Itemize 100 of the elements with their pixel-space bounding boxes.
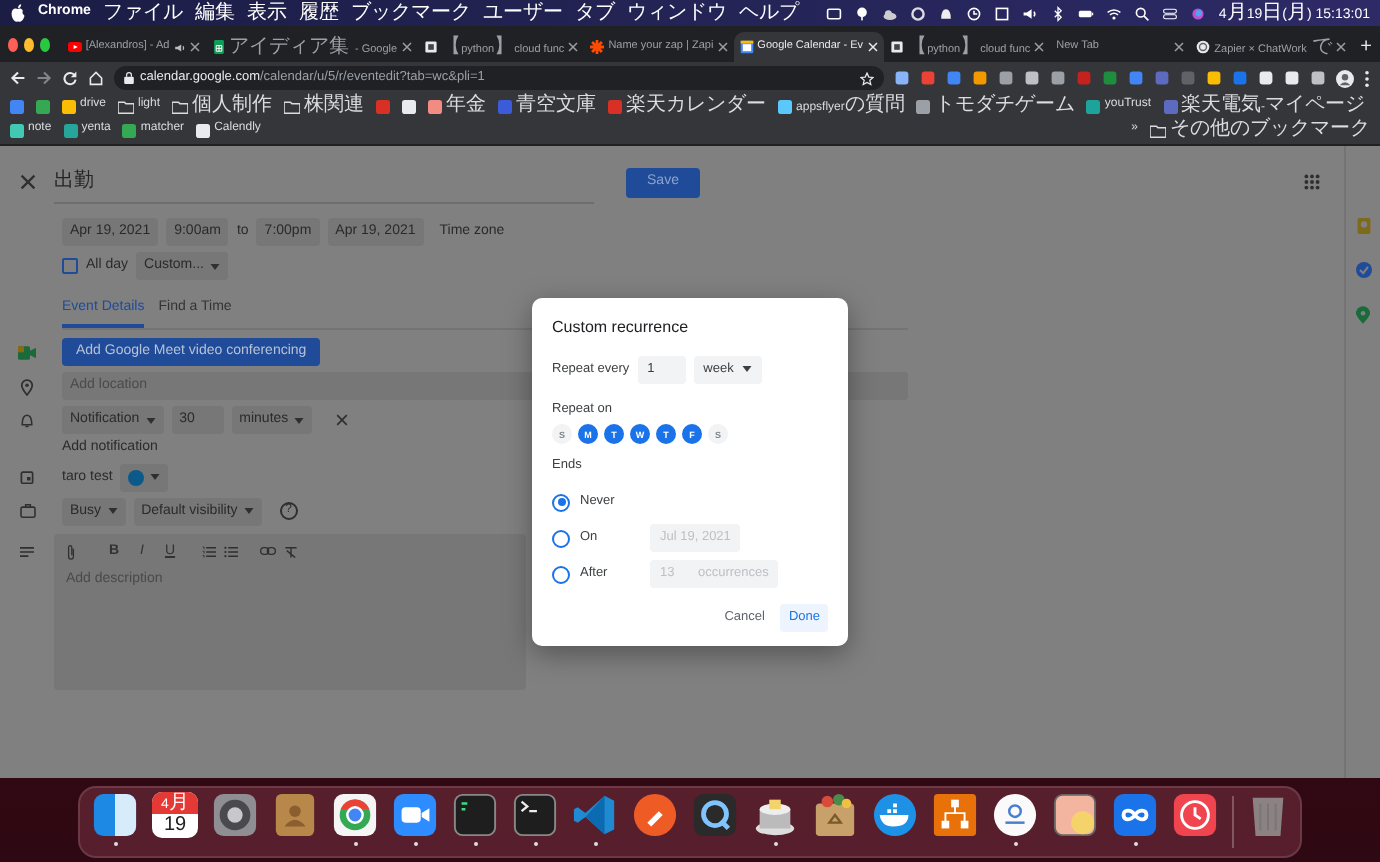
page-icon: [889, 40, 904, 54]
search-icon[interactable]: [1134, 5, 1151, 21]
maximize-window-button[interactable]: [39, 37, 50, 51]
box-icon[interactable]: [812, 792, 858, 838]
menu-item[interactable]: タブ: [574, 1, 615, 25]
diagram-icon[interactable]: [932, 792, 978, 838]
close-icon[interactable]: [1034, 42, 1045, 52]
bell-icon: [20, 412, 34, 429]
lens-icon[interactable]: [692, 792, 738, 838]
split-square-icon[interactable]: [92, 792, 138, 838]
clear-format-icon[interactable]: [284, 545, 298, 558]
menu-item[interactable]: ウィンドウ: [626, 1, 727, 25]
battery-icon[interactable]: [1078, 5, 1095, 21]
clock-icon[interactable]: [1172, 792, 1218, 838]
terminal-icon[interactable]: [512, 792, 558, 838]
pen-circle-icon[interactable]: [632, 792, 678, 838]
menu-item[interactable]: 編集: [194, 1, 235, 25]
caret-icon: [145, 417, 156, 424]
ribbon-icon[interactable]: [572, 792, 618, 838]
ring-logo-icon[interactable]: [332, 792, 378, 838]
orb-icon[interactable]: [1190, 5, 1207, 21]
bookmark[interactable]: [402, 94, 417, 118]
pin-icon[interactable]: [854, 5, 871, 21]
numbered-list-icon[interactable]: [202, 545, 216, 558]
infinity-icon[interactable]: [1112, 792, 1158, 838]
home-icon[interactable]: [88, 70, 104, 86]
map-pin-icon: [20, 377, 34, 396]
bookmark[interactable]: 年金: [428, 94, 487, 118]
close-icon[interactable]: [568, 42, 579, 52]
menu-item[interactable]: 履歴: [298, 1, 339, 25]
speaker-icon[interactable]: [1022, 5, 1039, 21]
radio-button[interactable]: [552, 493, 570, 512]
menu-item[interactable]: ヘルプ: [738, 1, 799, 25]
bell-icon[interactable]: [938, 5, 955, 21]
dial-icon[interactable]: [212, 792, 258, 838]
ring-icon[interactable]: [910, 5, 927, 21]
radio-button[interactable]: [552, 565, 570, 584]
menu-item[interactable]: ブックマーク: [350, 1, 471, 25]
caret-icon: [107, 508, 118, 515]
forward-icon[interactable]: [36, 70, 52, 86]
person-circle-icon[interactable]: [992, 792, 1038, 838]
video-camera-icon: [18, 345, 36, 360]
play-icon: [67, 40, 82, 54]
lock-icon: [124, 72, 134, 84]
paperclip-icon[interactable]: [66, 543, 76, 560]
caret-icon: [150, 474, 161, 481]
title-field[interactable]: 出勤: [54, 160, 594, 204]
menu-item[interactable]: ユーザー: [482, 1, 563, 25]
profile-icon[interactable]: [1336, 69, 1354, 87]
caret-icon: [209, 263, 220, 269]
close-icon[interactable]: [1336, 42, 1347, 52]
all-day-checkbox[interactable]: [62, 258, 78, 274]
star-icon[interactable]: [860, 71, 874, 85]
reload-icon[interactable]: [62, 70, 78, 86]
close-icon[interactable]: [401, 42, 412, 52]
photo-stack-icon[interactable]: [1052, 792, 1098, 838]
folder-icon: [172, 99, 189, 113]
toggle-icon[interactable]: [1162, 5, 1179, 21]
logo-icon[interactable]: [10, 4, 26, 22]
bullet-list-icon[interactable]: [224, 545, 238, 558]
close-icon[interactable]: [1174, 42, 1185, 52]
cloud-icon[interactable]: [882, 5, 899, 21]
clock-icon[interactable]: [966, 5, 983, 21]
calendar-icon: [739, 40, 754, 54]
contact-book-icon[interactable]: [272, 792, 318, 838]
menu-item[interactable]: 表示: [246, 1, 287, 25]
bookmark-folder[interactable]: その他のブックマーク: [1150, 118, 1370, 142]
asterisk-icon: [590, 40, 605, 54]
display-icon[interactable]: [826, 5, 843, 21]
bookmark[interactable]: トモダチゲーム: [916, 94, 1075, 118]
bookmark[interactable]: 個人制作: [172, 94, 273, 118]
terminal-icon[interactable]: [452, 792, 498, 838]
bookmark[interactable]: 楽天カレンダー: [608, 94, 767, 118]
color-dropdown[interactable]: [120, 463, 169, 492]
bluetooth-icon[interactable]: [1050, 5, 1067, 21]
wifi-icon[interactable]: [1106, 5, 1123, 21]
trash-icon[interactable]: [1248, 792, 1288, 838]
text-lines-icon: [20, 545, 34, 558]
menu-item[interactable]: ファイル: [102, 1, 183, 25]
apps-grid-icon[interactable]: [1304, 174, 1320, 190]
menu-icon[interactable]: [1364, 69, 1370, 87]
radio-button[interactable]: [552, 529, 570, 548]
back-icon[interactable]: [10, 70, 26, 86]
whale-icon[interactable]: [872, 792, 918, 838]
close-window-button[interactable]: [8, 37, 18, 51]
close-icon[interactable]: [717, 42, 728, 52]
video-camera-icon[interactable]: [392, 792, 438, 838]
minimize-window-button[interactable]: [23, 37, 34, 51]
caret-icon: [294, 417, 305, 424]
new-tab-button[interactable]: +: [1352, 32, 1380, 62]
close-icon[interactable]: [189, 42, 200, 52]
bookmark[interactable]: 青空文庫: [498, 94, 597, 118]
globe-icon: [1196, 40, 1211, 54]
link-icon[interactable]: [260, 546, 276, 557]
briefcase-icon: [19, 504, 35, 519]
remove-icon[interactable]: [336, 414, 349, 427]
calendar-icon: [20, 470, 34, 485]
caret-icon: [243, 508, 254, 515]
bookmark[interactable]: 株関連: [284, 94, 365, 118]
box-icon[interactable]: [994, 5, 1011, 21]
